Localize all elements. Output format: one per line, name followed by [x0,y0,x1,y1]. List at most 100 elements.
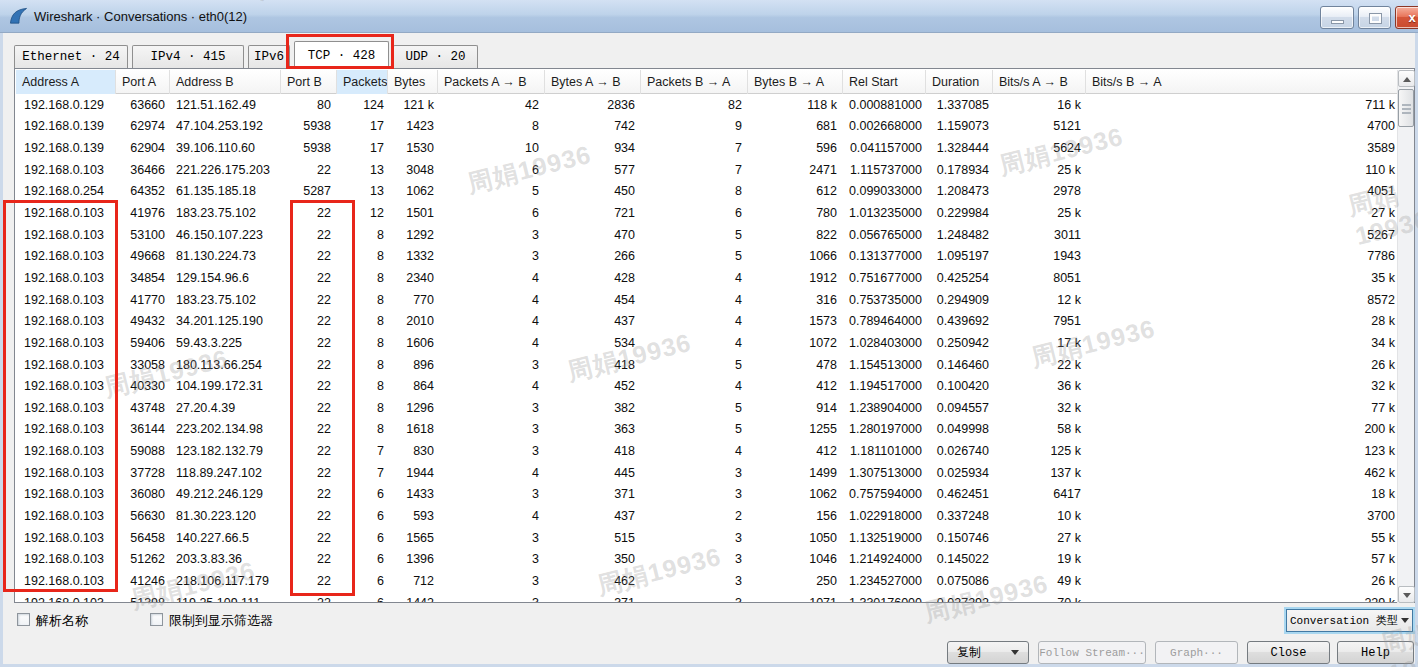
table-row[interactable]: 192.168.0.10341246218.106.117.1792267123… [16,570,1399,592]
table-row[interactable]: 192.168.0.10334854129.154.96.62282340442… [16,267,1399,289]
table-row[interactable]: 192.168.0.1033608049.212.246.12922614333… [16,484,1399,506]
cell: 1.022918000 [843,505,926,527]
cell: 0.025934 [926,462,993,484]
cell: 46.150.107.223 [170,224,281,246]
cell: 4 [641,332,748,354]
table-row[interactable]: 192.168.0.1034374827.20.4.39228129633825… [16,397,1399,419]
table-row[interactable]: 192.168.0.10333058180.113.66.25422889634… [16,354,1399,376]
table-row[interactable]: 192.168.0.10341976183.23.75.102221215016… [16,202,1399,224]
table-row[interactable]: 192.168.0.10336144223.202.134.9822816183… [16,419,1399,441]
column-header-bits-s-a-b[interactable]: Bits/s A → B [993,70,1086,94]
cell: 515 [545,527,641,549]
table-row[interactable]: 192.168.0.12963660121.51.162.4980124121 … [16,94,1399,116]
column-header-rel-start[interactable]: Rel Start [843,70,926,94]
cell: 5121 [993,116,1086,138]
wireshark-icon [9,7,28,26]
cell: 22 [281,245,337,267]
vertical-scrollbar[interactable] [1397,70,1414,603]
cell: 350 [545,548,641,570]
copy-button[interactable]: 复制 [947,641,1029,664]
cell: 934 [545,137,641,159]
column-header-bytes-b-a[interactable]: Bytes B → A [748,70,843,94]
cell: 22 [281,505,337,527]
cell: 104.199.172.31 [170,375,281,397]
cell: 0.462451 [926,484,993,506]
cell: 183.23.75.102 [170,202,281,224]
cell: 5938 [281,137,337,159]
column-header-address-b[interactable]: Address B [170,70,281,94]
graph-button[interactable]: Graph··· [1155,641,1238,664]
cell: 192.168.0.103 [16,570,116,592]
minimize-button[interactable] [1320,6,1354,29]
cell: 4 [641,440,748,462]
cell: 1255 [748,419,843,441]
table-row[interactable]: 192.168.0.1034943234.201.125.19022820104… [16,310,1399,332]
resolve-names-checkbox[interactable] [17,613,30,626]
cell: 17 [337,116,388,138]
table-row[interactable]: 192.168.0.10340330104.199.172.3122886444… [16,375,1399,397]
column-header-port-b[interactable]: Port B [281,70,337,94]
cell: 8 [337,419,388,441]
scroll-down-button[interactable] [1398,586,1415,603]
tab-ethernet-label: Ethernet · 24 [22,50,120,64]
column-header-port-a[interactable]: Port A [116,70,170,94]
column-header-packets-a-b[interactable]: Packets A → B [438,70,545,94]
table-row[interactable]: 192.168.0.10337728118.89.247.10222719444… [16,462,1399,484]
table-row[interactable]: 192.168.0.1396290439.106.110.60593817153… [16,137,1399,159]
table-row[interactable]: 192.168.0.10351398119.25.109.11122614423… [16,592,1399,602]
cell: 192.168.0.103 [16,397,116,419]
table-row[interactable]: 192.168.0.10336466221.226.175.2032213304… [16,159,1399,181]
cell: 12 [337,202,388,224]
tab-udp[interactable]: UDP · 20 [393,45,478,68]
close-dialog-button[interactable]: Close [1247,641,1330,664]
cell: 8 [337,332,388,354]
scrollbar-thumb[interactable] [1398,89,1414,127]
table-row[interactable]: 192.168.0.10351262203.3.83.3622613963350… [16,548,1399,570]
column-header-packets-b-a[interactable]: Packets B → A [641,70,748,94]
cell: 3 [438,354,545,376]
table-row[interactable]: 192.168.0.10359088123.182.132.7922783034… [16,440,1399,462]
follow-stream-button[interactable]: Follow Stream··· [1038,641,1146,664]
table-row[interactable]: 192.168.0.10341770183.23.75.102228770445… [16,289,1399,311]
column-header-duration[interactable]: Duration [926,70,993,94]
cell: 0.439692 [926,310,993,332]
table-row[interactable]: 192.168.0.1035663081.30.223.120226593443… [16,505,1399,527]
cell: 22 [281,310,337,332]
cell: 3048 [388,159,438,181]
cell: 0.145022 [926,548,993,570]
conversation-types-button[interactable]: Conversation 类型 [1286,609,1413,632]
scroll-up-button[interactable] [1398,70,1415,87]
column-header-bits-s-b-a[interactable]: Bits/s B → A [1086,70,1399,94]
limit-display-filter-checkbox[interactable] [150,613,163,626]
cell: 12 k [993,289,1086,311]
column-header-address-a[interactable]: Address A [16,70,116,94]
cell: 0.049998 [926,419,993,441]
table-row[interactable]: 192.168.0.1035940659.43.3.22522816064534… [16,332,1399,354]
table-row[interactable]: 192.168.0.1034966881.130.224.73228133232… [16,245,1399,267]
tab-ipv4[interactable]: IPv4 · 415 [132,45,244,68]
tab-ipv6[interactable]: IPv6 [248,45,290,68]
cell: 1.208473 [926,181,993,203]
cell: 1066 [748,245,843,267]
column-header-bytes[interactable]: Bytes [388,70,438,94]
column-header-bytes-a-b[interactable]: Bytes A → B [545,70,641,94]
cell: 183.23.75.102 [170,289,281,311]
cell: 56630 [116,505,170,527]
table-row[interactable]: 192.168.0.1035310046.150.107.22322812923… [16,224,1399,246]
cell: 5 [641,397,748,419]
tab-tcp[interactable]: TCP · 428 [294,41,389,69]
cell: 0.425254 [926,267,993,289]
table-row[interactable]: 192.168.0.10356458140.227.66.52261565351… [16,527,1399,549]
table-row[interactable]: 192.168.0.1396297447.104.253.19259381714… [16,116,1399,138]
tab-ethernet[interactable]: Ethernet · 24 [14,45,128,68]
close-button[interactable]: x [1395,6,1418,29]
cell: 1.328444 [926,137,993,159]
maximize-button[interactable] [1358,6,1391,29]
table-row[interactable]: 192.168.0.2546435261.135.185.18528713106… [16,181,1399,203]
cell: 41976 [116,202,170,224]
cell: 1.028403000 [843,332,926,354]
column-header-packets[interactable]: Packets [337,70,388,94]
cell: 53100 [116,224,170,246]
help-button[interactable]: Help [1337,641,1414,664]
cell: 454 [545,289,641,311]
